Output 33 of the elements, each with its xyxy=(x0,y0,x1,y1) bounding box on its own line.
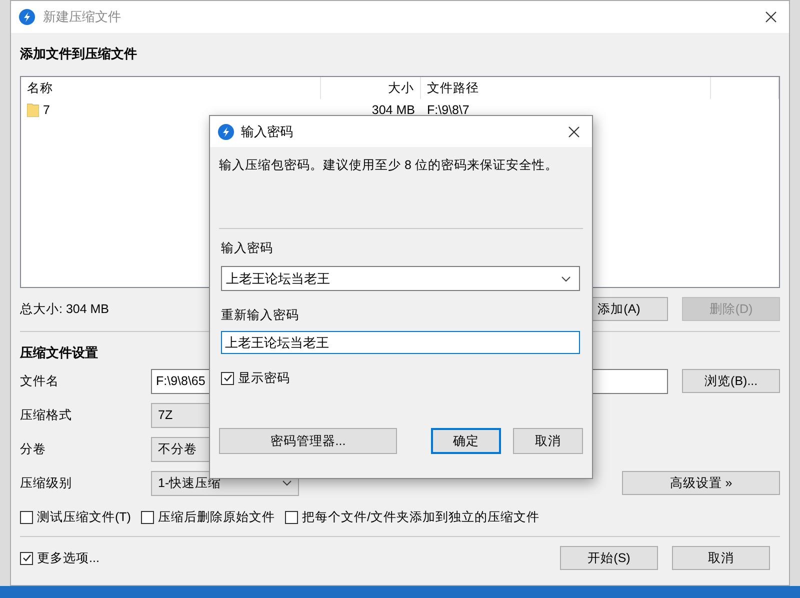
start-button[interactable]: 开始(S) xyxy=(560,546,658,570)
section-heading: 添加文件到压缩文件 xyxy=(20,45,138,63)
field-label: 输入密码 xyxy=(220,240,274,257)
checkbox-label[interactable]: 显示密码 xyxy=(238,370,290,386)
field-label: 压缩格式 xyxy=(20,406,73,424)
total-size-label: 总大小: 304 MB xyxy=(20,300,110,318)
ok-button[interactable]: 确定 xyxy=(431,428,501,454)
password-manager-button[interactable]: 密码管理器... xyxy=(219,428,397,454)
checkbox-label[interactable]: 测试压缩文件(T) xyxy=(37,508,131,526)
confirm-password-field[interactable]: 上老王论坛当老王 xyxy=(221,331,580,354)
file-name: 7 xyxy=(43,103,50,117)
column-header[interactable]: 大小 xyxy=(321,77,421,99)
field-label: 压缩级别 xyxy=(20,474,73,492)
checkbox-label[interactable]: 更多选项... xyxy=(37,550,100,566)
field-label: 分卷 xyxy=(20,440,47,458)
column-header[interactable]: 名称 xyxy=(21,77,321,99)
cancel-button[interactable]: 取消 xyxy=(513,428,583,454)
section-heading: 压缩文件设置 xyxy=(20,344,99,362)
field-label: 文件名 xyxy=(20,372,60,390)
file-name-cell[interactable]: 7 xyxy=(21,103,321,117)
checkbox-label[interactable]: 压缩后删除原始文件 xyxy=(158,508,275,526)
window-title: 新建压缩文件 xyxy=(43,8,122,26)
description-text: 输入压缩包密码。建议使用至少 8 位的密码来保证安全性。 xyxy=(219,157,559,174)
checkbox-label[interactable]: 把每个文件/文件夹添加到独立的压缩文件 xyxy=(302,508,540,526)
advanced-settings-button[interactable]: 高级设置 » xyxy=(622,471,780,495)
table-cell-text: 304 MB xyxy=(370,103,416,117)
password-field[interactable]: 上老王论坛当老王 xyxy=(221,266,580,291)
browse-button[interactable]: 浏览(B)... xyxy=(682,369,780,393)
table-cell-text: F:\9\8\7 xyxy=(426,103,470,117)
column-header[interactable]: 文件路径 xyxy=(421,77,711,99)
cancel-button[interactable]: 取消 xyxy=(672,546,770,570)
field-label: 重新输入密码 xyxy=(220,307,300,324)
dialog-title: 输入密码 xyxy=(241,122,294,140)
